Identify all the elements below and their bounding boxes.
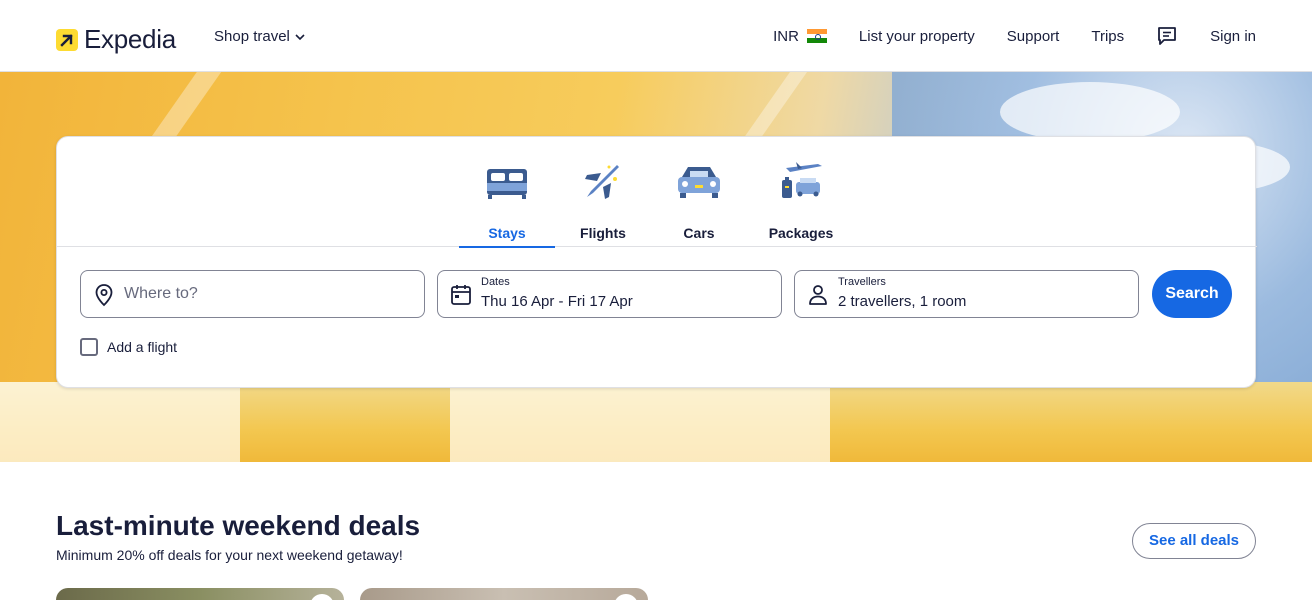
add-flight-checkbox[interactable] [80, 338, 98, 356]
currency-label: INR [773, 27, 799, 45]
chevron-down-icon [295, 33, 305, 40]
shop-travel-menu[interactable]: Shop travel [214, 28, 306, 45]
chat-icon[interactable] [1156, 25, 1178, 47]
trips-link[interactable]: Trips [1091, 28, 1124, 45]
search-button[interactable]: Search [1152, 270, 1232, 318]
hero-fabric [0, 382, 240, 462]
shop-travel-label: Shop travel [214, 28, 290, 45]
add-flight-option[interactable]: Add a flight [80, 338, 177, 356]
logo-text: Expedia [84, 24, 176, 54]
tab-cars-label: Cars [683, 225, 715, 241]
favorite-icon[interactable] [310, 594, 334, 600]
dates-value: Thu 16 Apr - Fri 17 Apr [481, 293, 633, 310]
travellers-value: 2 travellers, 1 room [838, 293, 967, 310]
tab-stays-label: Stays [488, 225, 526, 241]
deal-card[interactable] [56, 588, 344, 600]
list-property-link[interactable]: List your property [859, 28, 975, 45]
search-tabs: Stays Flights Cars Packages [57, 137, 1257, 248]
dates-label: Dates [481, 276, 510, 288]
sign-in-link[interactable]: Sign in [1210, 28, 1256, 45]
bed-icon [459, 157, 555, 205]
tab-stays[interactable]: Stays [459, 157, 555, 248]
deals-title: Last-minute weekend deals [56, 510, 421, 541]
dates-field[interactable]: Dates Thu 16 Apr - Fri 17 Apr [437, 270, 782, 318]
deal-card[interactable] [360, 588, 648, 600]
destination-placeholder: Where to? [124, 285, 198, 302]
location-pin-icon [95, 284, 113, 307]
tab-packages[interactable]: Packages [753, 157, 849, 247]
tab-flights[interactable]: Flights [555, 157, 651, 247]
see-all-deals-button[interactable]: See all deals [1132, 523, 1256, 559]
car-icon [651, 157, 747, 205]
tab-cars[interactable]: Cars [651, 157, 747, 247]
deals-subtitle: Minimum 20% off deals for your next week… [56, 547, 403, 563]
currency-selector[interactable]: INR [773, 28, 827, 45]
packages-icon [753, 157, 849, 205]
logo-mark-icon [56, 28, 78, 51]
india-flag-icon [806, 29, 827, 44]
destination-field[interactable]: Where to? [80, 270, 425, 318]
travellers-label: Travellers [838, 276, 886, 288]
hero-cloud [1000, 82, 1180, 142]
calendar-icon [451, 285, 471, 305]
search-card: Stays Flights Cars Packages Where to? Da… [56, 136, 1257, 388]
plane-icon [555, 157, 651, 205]
hero-umbrella-bottom [0, 382, 1312, 462]
tab-flights-label: Flights [580, 225, 626, 241]
tab-packages-label: Packages [768, 225, 834, 241]
add-flight-label: Add a flight [107, 339, 178, 355]
favorite-icon[interactable] [614, 594, 638, 600]
travellers-field[interactable]: Travellers 2 travellers, 1 room [794, 270, 1139, 318]
hero-fabric [450, 382, 830, 462]
header-nav: INR List your property Support Trips Sig… [773, 24, 1256, 48]
top-header: Expedia Shop travel INR List your proper… [0, 0, 1312, 72]
person-icon [809, 285, 827, 305]
support-link[interactable]: Support [1007, 28, 1060, 45]
expedia-logo[interactable]: Expedia [56, 24, 176, 55]
